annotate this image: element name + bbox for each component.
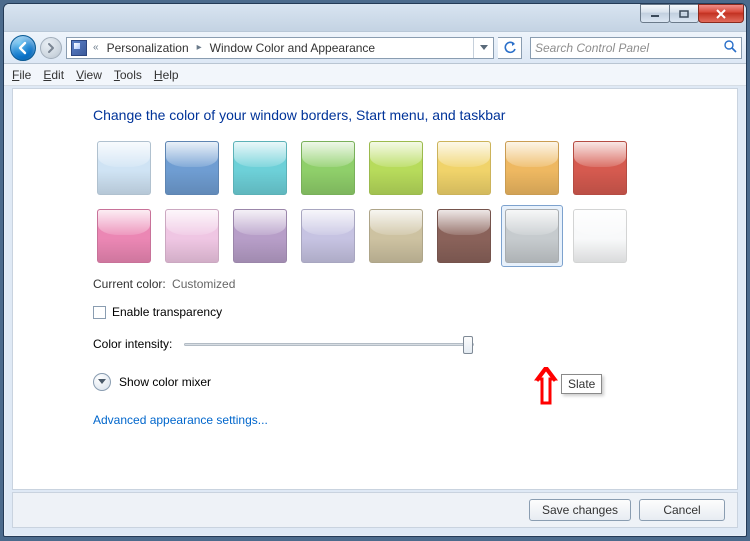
swatch-fill xyxy=(233,209,287,263)
menu-bar: File Edit View Tools Help xyxy=(4,64,746,86)
intensity-row: Color intensity: xyxy=(93,337,705,351)
color-swatch-sea[interactable] xyxy=(229,137,291,199)
intensity-label: Color intensity: xyxy=(93,337,172,351)
mixer-label: Show color mixer xyxy=(119,375,211,389)
swatch-fill xyxy=(301,141,355,195)
maximize-button[interactable] xyxy=(669,4,699,23)
swatch-fill xyxy=(505,209,559,263)
color-swatch-sun[interactable] xyxy=(433,137,495,199)
swatch-fill xyxy=(573,209,627,263)
expand-mixer-button[interactable] xyxy=(93,373,111,391)
color-swatch-violet[interactable] xyxy=(229,205,291,267)
swatch-fill xyxy=(97,141,151,195)
color-swatch-taupe[interactable] xyxy=(365,205,427,267)
control-panel-icon xyxy=(71,40,87,56)
address-dropdown[interactable] xyxy=(473,38,493,58)
intensity-slider[interactable] xyxy=(184,343,474,346)
swatch-fill xyxy=(97,209,151,263)
color-swatch-blush[interactable] xyxy=(161,205,223,267)
search-icon xyxy=(723,39,737,56)
navigation-bar: « Personalization ▸ Window Color and App… xyxy=(4,32,746,64)
refresh-button[interactable] xyxy=(498,37,522,59)
swatch-fill xyxy=(437,209,491,263)
swatch-fill xyxy=(369,209,423,263)
swatch-fill xyxy=(233,141,287,195)
chevron-right-icon: ▸ xyxy=(195,42,204,53)
address-bar[interactable]: « Personalization ▸ Window Color and App… xyxy=(66,37,494,59)
breadcrumb-prefix: « xyxy=(91,42,101,53)
swatch-fill xyxy=(573,141,627,195)
content-pane: Change the color of your window borders,… xyxy=(12,88,738,490)
back-button[interactable] xyxy=(10,35,36,61)
menu-tools[interactable]: Tools xyxy=(114,68,142,82)
window-frame: « Personalization ▸ Window Color and App… xyxy=(3,3,747,537)
color-swatch-chocolate[interactable] xyxy=(433,205,495,267)
swatch-fill xyxy=(369,141,423,195)
cancel-button[interactable]: Cancel xyxy=(639,499,725,521)
color-swatch-grid xyxy=(93,137,653,267)
mixer-row: Show color mixer xyxy=(93,373,705,391)
color-swatch-frost[interactable] xyxy=(569,205,631,267)
current-color-row: Current color: Customized xyxy=(93,277,705,291)
menu-help[interactable]: Help xyxy=(154,68,179,82)
minimize-button[interactable] xyxy=(640,4,670,23)
color-swatch-lavender[interactable] xyxy=(297,205,359,267)
forward-button[interactable] xyxy=(40,37,62,59)
title-bar xyxy=(4,4,746,32)
swatch-fill xyxy=(165,209,219,263)
breadcrumb-personalization[interactable]: Personalization xyxy=(101,39,195,57)
color-swatch-fuchsia[interactable] xyxy=(93,205,155,267)
menu-file[interactable]: File xyxy=(12,68,31,82)
close-button[interactable] xyxy=(698,4,744,23)
page-title: Change the color of your window borders,… xyxy=(93,107,705,123)
color-swatch-twilight[interactable] xyxy=(161,137,223,199)
transparency-row: Enable transparency xyxy=(93,305,705,319)
swatch-fill xyxy=(301,209,355,263)
color-swatch-lime[interactable] xyxy=(365,137,427,199)
menu-edit[interactable]: Edit xyxy=(43,68,64,82)
menu-view[interactable]: View xyxy=(76,68,102,82)
transparency-checkbox[interactable] xyxy=(93,306,106,319)
search-placeholder: Search Control Panel xyxy=(535,41,649,55)
color-swatch-pumpkin[interactable] xyxy=(501,137,563,199)
color-swatch-leaf[interactable] xyxy=(297,137,359,199)
intensity-thumb[interactable] xyxy=(463,336,473,354)
color-swatch-sky[interactable] xyxy=(93,137,155,199)
window-controls xyxy=(641,4,744,23)
current-color-label: Current color: xyxy=(93,277,166,291)
swatch-fill xyxy=(165,141,219,195)
swatch-tooltip: Slate xyxy=(561,374,602,394)
transparency-label: Enable transparency xyxy=(112,305,222,319)
color-swatch-slate[interactable] xyxy=(501,205,563,267)
swatch-fill xyxy=(437,141,491,195)
advanced-settings-link[interactable]: Advanced appearance settings... xyxy=(93,413,705,427)
color-swatch-ruby[interactable] xyxy=(569,137,631,199)
footer-bar: Save changes Cancel xyxy=(12,492,738,528)
swatch-fill xyxy=(505,141,559,195)
search-input[interactable]: Search Control Panel xyxy=(530,37,742,59)
current-color-value: Customized xyxy=(172,277,235,291)
save-button[interactable]: Save changes xyxy=(529,499,631,521)
breadcrumb: « Personalization ▸ Window Color and App… xyxy=(91,39,473,57)
breadcrumb-current: Window Color and Appearance xyxy=(204,39,381,57)
